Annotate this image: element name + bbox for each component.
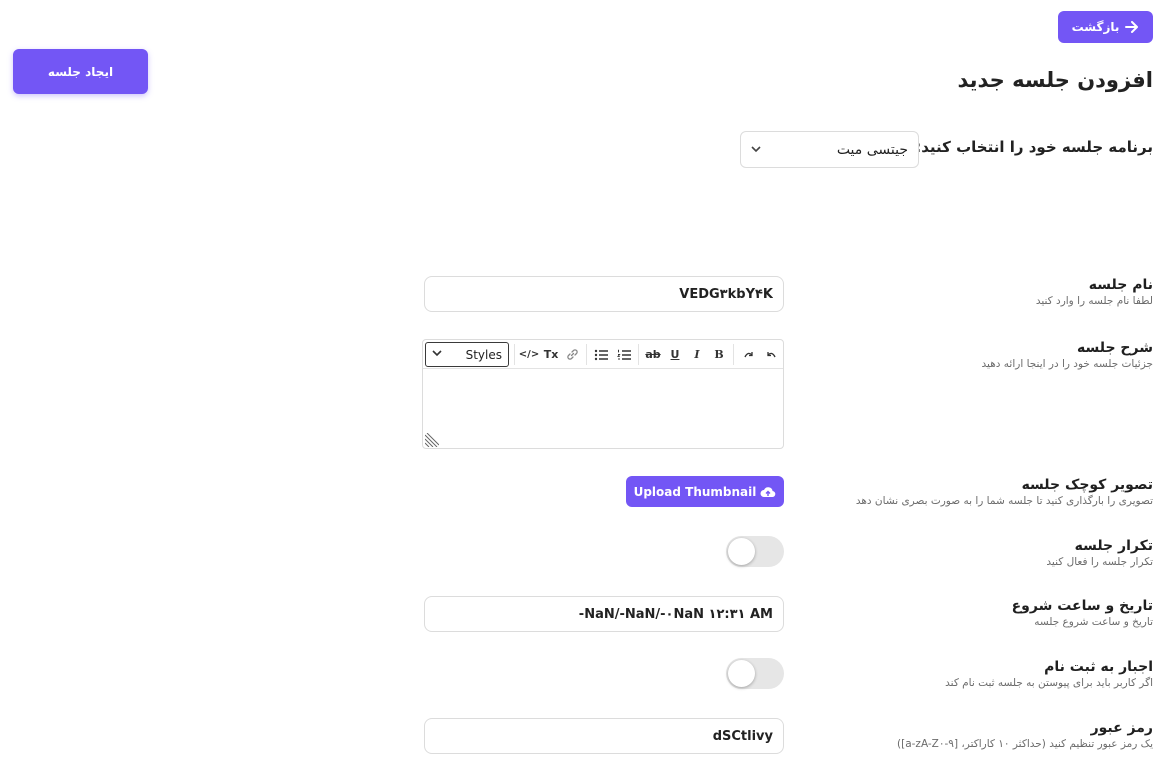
name-label-block: نام جلسه لطفا نام جلسه را وارد کنید [813,276,1153,309]
repeat-label-block: تکرار جلسه تکرار جلسه را فعال کنید [813,537,1153,570]
back-button[interactable]: بازگشت [1058,11,1153,43]
arrow-right-icon [1125,21,1139,33]
description-editor: Styles </> Tx ab U I B [422,339,784,449]
name-subtitle: لطفا نام جلسه را وارد کنید [1035,295,1153,307]
toolbar-divider [733,344,734,365]
name-title: نام جلسه [1088,277,1153,293]
session-name-input[interactable] [424,276,784,312]
back-label: بازگشت [1071,20,1120,34]
registration-label-block: اجبار به ثبت نام اگر کاربر باید برای پیو… [813,658,1153,691]
numbered-list-button[interactable] [615,346,633,363]
start-subtitle: تاریخ و ساعت شروع جلسه [1034,616,1153,628]
start-label-block: تاریخ و ساعت شروع تاریخ و ساعت شروع جلسه [813,597,1153,630]
numbered-list-icon [616,349,631,360]
code-button[interactable]: </> [519,346,539,363]
chevron-down-icon [432,349,442,360]
page-title: افزودن جلسه جدید [957,68,1153,92]
underline-button[interactable]: U [667,346,683,363]
editor-content-area[interactable] [423,369,783,449]
toolbar-divider [586,344,587,365]
start-title: تاریخ و ساعت شروع [1011,598,1153,614]
password-title: رمز عبور [1090,720,1153,736]
bullet-list-icon [594,349,608,360]
password-input[interactable] [424,718,784,754]
repeat-title: تکرار جلسه [1074,538,1153,554]
cloud-upload-icon [760,486,776,497]
strikethrough-button[interactable]: ab [644,346,662,363]
clear-format-button[interactable]: Tx [543,346,559,363]
upload-thumbnail-label: Upload Thumbnail [633,484,757,499]
platform-label: برنامه جلسه خود را انتخاب کنید: [915,138,1153,156]
italic-button[interactable]: I [689,346,705,363]
editor-toolbar: Styles </> Tx ab U I B [423,340,783,369]
platform-selected-value: جیتسی میت [836,141,908,158]
bullet-list-button[interactable] [592,346,610,363]
toolbar-divider [638,344,639,365]
description-subtitle: جزئیات جلسه خود را در اینجا ارائه دهید [981,358,1153,370]
toggle-knob [728,538,755,565]
styles-dropdown[interactable]: Styles [425,342,509,367]
undo-button[interactable] [763,346,779,363]
toggle-knob [728,660,755,687]
thumbnail-label-block: تصویر کوچک جلسه تصویری را بارگذاری کنید … [793,476,1153,509]
registration-title: اجبار به ثبت نام [1044,659,1153,675]
description-label-block: شرح جلسه جزئیات جلسه خود را در اینجا ارا… [813,339,1153,372]
password-label-block: رمز عبور یک رمز عبور تنظیم کنید (حداکثر … [813,719,1153,752]
redo-button[interactable] [740,346,756,363]
registration-toggle[interactable] [726,658,784,689]
platform-select[interactable]: جیتسی میت [740,131,919,168]
registration-subtitle: اگر کاربر باید برای پیوستن به جلسه ثبت ن… [945,677,1153,689]
password-subtitle: یک رمز عبور تنظیم کنید (حداکثر ۱۰ کاراکت… [897,738,1153,750]
redo-icon [743,352,753,358]
toolbar-divider [514,344,515,365]
create-session-button[interactable]: ایجاد جلسه [13,49,148,94]
link-icon [566,349,578,360]
resize-handle-icon[interactable] [425,433,439,447]
link-button[interactable] [563,346,581,363]
bold-button[interactable]: B [711,346,727,363]
chevron-down-icon [751,143,761,156]
start-datetime-input[interactable] [424,596,784,632]
styles-label: Styles [465,347,502,362]
thumbnail-title: تصویر کوچک جلسه [1021,477,1153,493]
repeat-subtitle: تکرار جلسه را فعال کنید [1046,556,1153,568]
undo-icon [766,352,776,358]
upload-thumbnail-button[interactable]: Upload Thumbnail [626,476,784,507]
description-title: شرح جلسه [1077,340,1153,356]
thumbnail-subtitle: تصویری را بارگذاری کنید تا جلسه شما را ب… [855,495,1153,507]
repeat-toggle[interactable] [726,536,784,567]
